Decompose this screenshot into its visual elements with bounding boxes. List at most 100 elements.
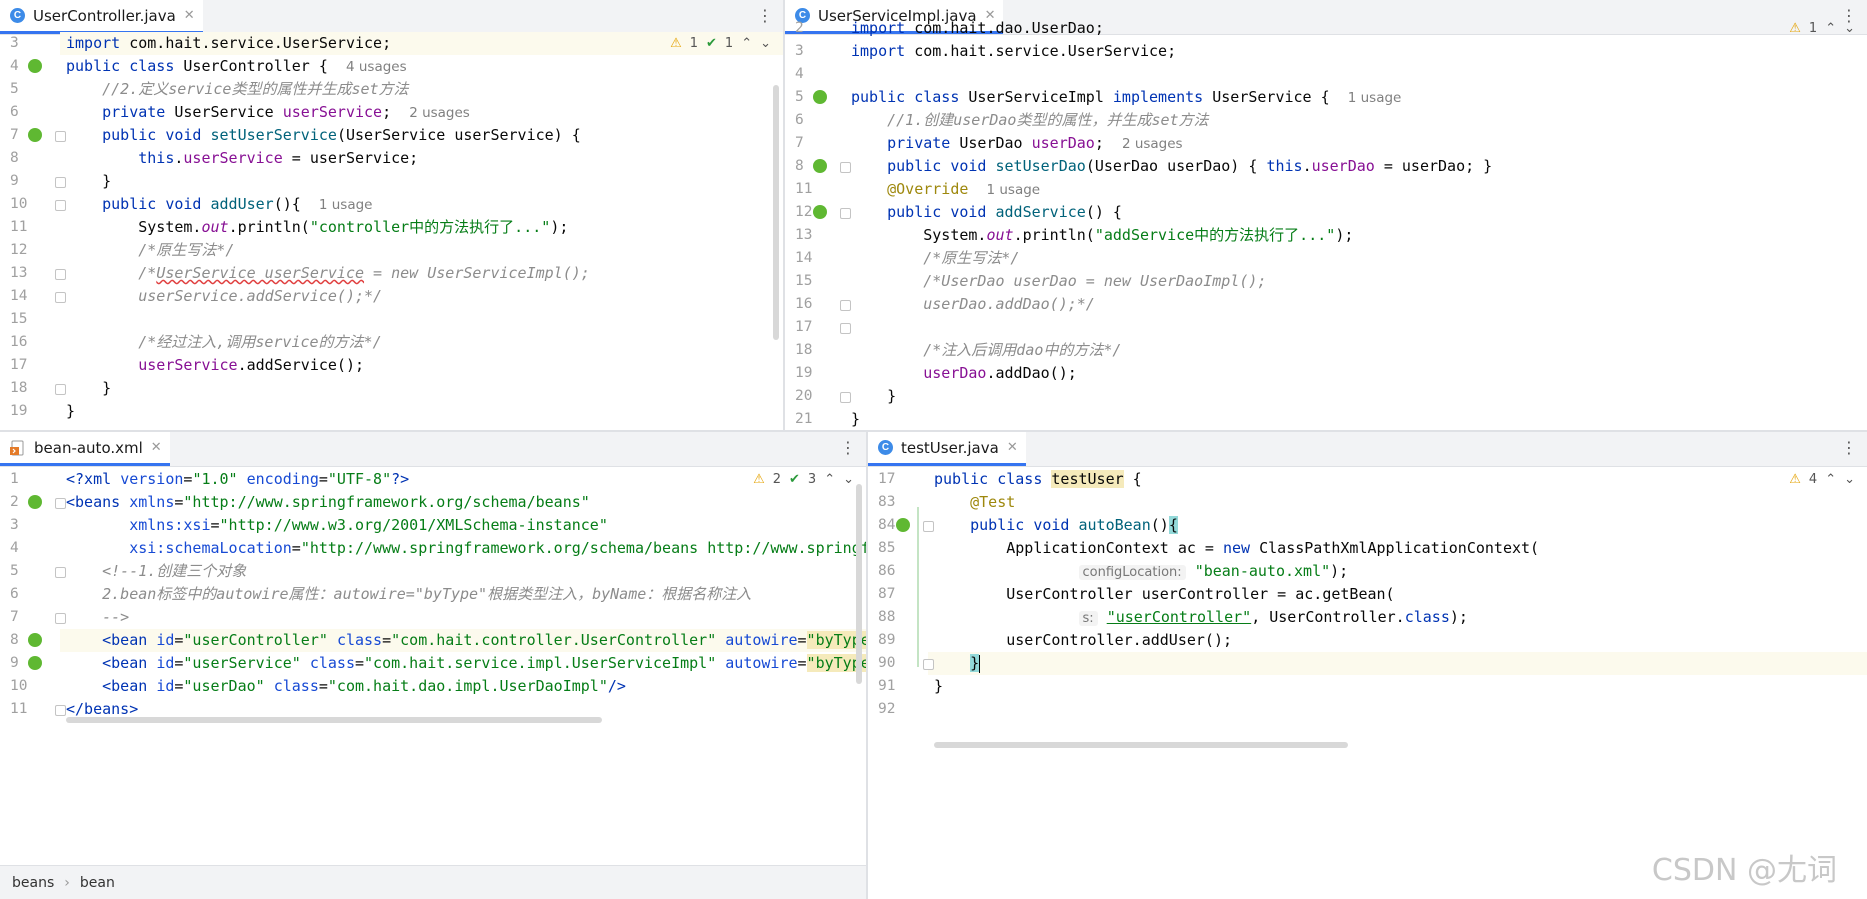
fold-marker[interactable] xyxy=(923,659,934,670)
code-area[interactable]: public class testUser { @Test public voi… xyxy=(928,467,1867,899)
code-line[interactable]: @Override 1 usage xyxy=(845,178,1867,201)
fold-marker[interactable] xyxy=(55,131,66,142)
code-line[interactable]: userService.addService(); xyxy=(60,354,783,377)
code-line[interactable] xyxy=(60,308,783,331)
fold-marker[interactable] xyxy=(55,567,66,578)
fold-marker[interactable] xyxy=(840,162,851,173)
code-line[interactable]: s: "userController", UserController.clas… xyxy=(928,606,1867,629)
code-line[interactable]: UserController userController = ac.getBe… xyxy=(928,583,1867,606)
spring-bean-icon[interactable] xyxy=(813,90,827,104)
code-line[interactable]: public void addService() { xyxy=(845,201,1867,224)
code-line[interactable]: <bean id="userDao" class="com.hait.dao.i… xyxy=(60,675,866,698)
code-line[interactable]: public class UserServiceImpl implements … xyxy=(845,86,1867,109)
code-line[interactable]: public void setUserDao(UserDao userDao) … xyxy=(845,155,1867,178)
code-line[interactable]: //2.定义service类型的属性并生成set方法 xyxy=(60,78,783,101)
spring-bean-icon[interactable] xyxy=(28,128,42,142)
code-line[interactable]: configLocation: "bean-auto.xml"); xyxy=(928,560,1867,583)
code-line[interactable]: userService.addService();*/ xyxy=(60,285,783,308)
fold-marker[interactable] xyxy=(840,323,851,334)
code-line[interactable]: } xyxy=(60,400,783,423)
code-line[interactable]: 2.bean标签中的autowire属性：autowire="byType"根据… xyxy=(60,583,866,606)
fold-marker[interactable] xyxy=(55,613,66,624)
fold-marker[interactable] xyxy=(55,384,66,395)
code-line[interactable]: this.userService = userService; xyxy=(60,147,783,170)
code-line[interactable]: /*注入后调用dao中的方法*/ xyxy=(845,339,1867,362)
fold-marker[interactable] xyxy=(923,521,934,532)
spring-bean-icon[interactable] xyxy=(896,518,910,532)
more-options-icon[interactable]: ⋮ xyxy=(840,440,856,456)
chevron-up-icon[interactable]: ⌃ xyxy=(741,32,752,55)
code-area[interactable]: <?xml version="1.0" encoding="UTF-8"?> <b… xyxy=(60,467,866,865)
inspection-widget[interactable]: ⚠ 2 ✔ 3 ⌃ ⌄ xyxy=(753,468,854,491)
code-line[interactable] xyxy=(845,63,1867,86)
code-line[interactable]: xsi:schemaLocation="http://www.springfra… xyxy=(60,537,866,560)
chevron-down-icon[interactable]: ⌄ xyxy=(1844,468,1855,491)
code-line[interactable] xyxy=(928,698,1867,721)
code-line[interactable]: userDao.addDao(); xyxy=(845,362,1867,385)
code-line[interactable]: } xyxy=(928,652,1867,675)
breadcrumb-item[interactable]: beans xyxy=(12,875,54,891)
code-line[interactable]: /*UserDao userDao = new UserDaoImpl(); xyxy=(845,270,1867,293)
code-line[interactable]: System.out.println("addService中的方法执行了...… xyxy=(845,224,1867,247)
code-line[interactable]: @Test xyxy=(928,491,1867,514)
fold-marker[interactable] xyxy=(55,705,66,716)
chevron-down-icon[interactable]: ⌄ xyxy=(760,32,771,55)
vertical-scrollbar[interactable] xyxy=(773,85,779,340)
code-line[interactable]: import com.hait.dao.UserDao; xyxy=(845,17,1867,40)
tab-test-user[interactable]: C testUser.java ✕ xyxy=(868,432,1026,466)
chevron-down-icon[interactable]: ⌄ xyxy=(843,468,854,491)
chevron-up-icon[interactable]: ⌃ xyxy=(1825,17,1836,40)
code-line[interactable]: --> xyxy=(60,606,866,629)
code-line[interactable]: import com.hait.service.UserService; xyxy=(845,40,1867,63)
code-line[interactable]: private UserService userService; 2 usage… xyxy=(60,101,783,124)
code-line[interactable]: public void setUserService(UserService u… xyxy=(60,124,783,147)
fold-marker[interactable] xyxy=(55,498,66,509)
code-line[interactable]: System.out.println("controller中的方法执行了...… xyxy=(60,216,783,239)
code-line[interactable]: userDao.addDao();*/ xyxy=(845,293,1867,316)
fold-marker[interactable] xyxy=(55,177,66,188)
close-icon[interactable]: ✕ xyxy=(184,8,195,23)
spring-bean-icon[interactable] xyxy=(28,495,42,509)
vertical-scrollbar[interactable] xyxy=(856,484,862,684)
code-line[interactable]: xmlns:xsi="http://www.w3.org/2001/XMLSch… xyxy=(60,514,866,537)
fold-marker[interactable] xyxy=(55,269,66,280)
code-line[interactable]: <bean id="userController" class="com.hai… xyxy=(60,629,866,652)
code-line[interactable]: <!--1.创建三个对象 xyxy=(60,560,866,583)
chevron-up-icon[interactable]: ⌃ xyxy=(824,468,835,491)
close-icon[interactable]: ✕ xyxy=(151,440,162,455)
code-line[interactable]: <beans xmlns="http://www.springframework… xyxy=(60,491,866,514)
code-line[interactable]: //1.创建userDao类型的属性，并生成set方法 xyxy=(845,109,1867,132)
horizontal-scrollbar[interactable] xyxy=(934,742,1348,748)
code-line[interactable]: <?xml version="1.0" encoding="UTF-8"?> xyxy=(60,468,866,491)
code-line[interactable]: private UserDao userDao; 2 usages xyxy=(845,132,1867,155)
inspection-widget[interactable]: ⚠ 1 ✔ 1 ⌃ ⌄ xyxy=(670,32,771,55)
tab-user-controller[interactable]: C UserController.java ✕ xyxy=(0,0,203,34)
fold-marker[interactable] xyxy=(840,208,851,219)
inspection-widget[interactable]: ⚠ 1 ⌃ ⌄ xyxy=(1789,17,1855,40)
spring-bean-icon[interactable] xyxy=(28,59,42,73)
code-line[interactable]: } xyxy=(845,385,1867,408)
tab-bean-auto-xml[interactable]: bean-auto.xml ✕ xyxy=(0,432,170,466)
code-line[interactable]: public void addUser(){ 1 usage xyxy=(60,193,783,216)
code-line[interactable]: } xyxy=(60,170,783,193)
code-line[interactable]: } xyxy=(845,408,1867,430)
code-area[interactable]: import com.hait.dao.UserDao; import com.h… xyxy=(845,19,1867,430)
code-line[interactable]: ApplicationContext ac = new ClassPathXml… xyxy=(928,537,1867,560)
code-line[interactable]: /*原生写法*/ xyxy=(845,247,1867,270)
code-line[interactable]: userController.addUser(); xyxy=(928,629,1867,652)
spring-bean-icon[interactable] xyxy=(813,159,827,173)
breadcrumb-item[interactable]: bean xyxy=(80,875,115,891)
more-options-icon[interactable]: ⋮ xyxy=(1841,440,1857,456)
code-line[interactable]: /*UserService userService = new UserServ… xyxy=(60,262,783,285)
fold-marker[interactable] xyxy=(840,300,851,311)
code-line[interactable]: public class testUser { xyxy=(928,468,1867,491)
spring-bean-icon[interactable] xyxy=(28,633,42,647)
fold-marker[interactable] xyxy=(55,292,66,303)
close-icon[interactable]: ✕ xyxy=(1007,440,1018,455)
code-area[interactable]: import com.hait.service.UserService; publ… xyxy=(60,32,783,430)
code-line[interactable]: /*经过注入,调用service的方法*/ xyxy=(60,331,783,354)
inspection-widget[interactable]: ⚠ 4 ⌃ ⌄ xyxy=(1789,468,1855,491)
code-line[interactable]: <bean id="userService" class="com.hait.s… xyxy=(60,652,866,675)
code-line[interactable]: /*原生写法*/ xyxy=(60,239,783,262)
horizontal-scrollbar[interactable] xyxy=(66,717,602,723)
